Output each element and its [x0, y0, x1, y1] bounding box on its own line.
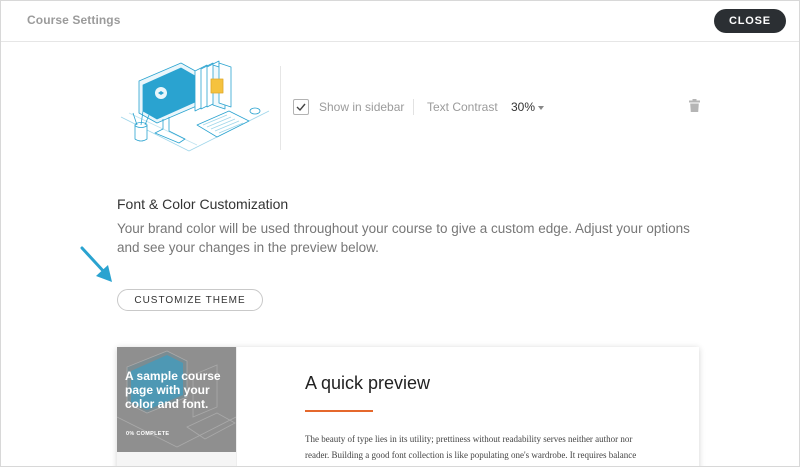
header-bar: Course Settings CLOSE: [1, 1, 799, 42]
customization-description: Your brand color will be used throughout…: [117, 221, 690, 255]
show-in-sidebar-label[interactable]: Show in sidebar: [319, 100, 404, 114]
vertical-divider: [280, 66, 281, 150]
preview-body-text: The beauty of type lies in its utility; …: [305, 434, 637, 460]
customization-title: Font & Color Customization: [117, 196, 289, 212]
trash-icon[interactable]: [689, 99, 700, 112]
close-button[interactable]: CLOSE: [714, 9, 786, 33]
preview-accent-underline: [305, 410, 373, 412]
customize-theme-button[interactable]: CUSTOMIZE THEME: [117, 289, 263, 311]
preview-heading: A quick preview: [305, 373, 431, 393]
option-divider: [413, 99, 414, 115]
preview-divider: [236, 347, 237, 466]
theme-preview-card: A sample course page with your color and…: [117, 347, 699, 466]
preview-cover-image: A sample course page with your color and…: [117, 347, 236, 452]
course-settings-panel: Course Settings CLOSE Show in sidebar Te…: [0, 0, 800, 467]
preview-cover-text: A sample course page with your color and…: [125, 369, 221, 411]
page-title: Course Settings: [27, 13, 121, 27]
check-icon: [296, 103, 306, 112]
text-contrast-label: Text Contrast: [427, 100, 498, 114]
show-in-sidebar-checkbox[interactable]: [293, 99, 309, 115]
caret-down-icon[interactable]: [538, 106, 544, 110]
preview-progress-text: 0% COMPLETE: [126, 431, 170, 437]
text-contrast-dropdown[interactable]: 30%: [511, 100, 535, 114]
course-image-illustration[interactable]: [119, 59, 271, 155]
preview-sidebar-strip: [117, 452, 236, 466]
arrow-icon: [80, 246, 112, 282]
